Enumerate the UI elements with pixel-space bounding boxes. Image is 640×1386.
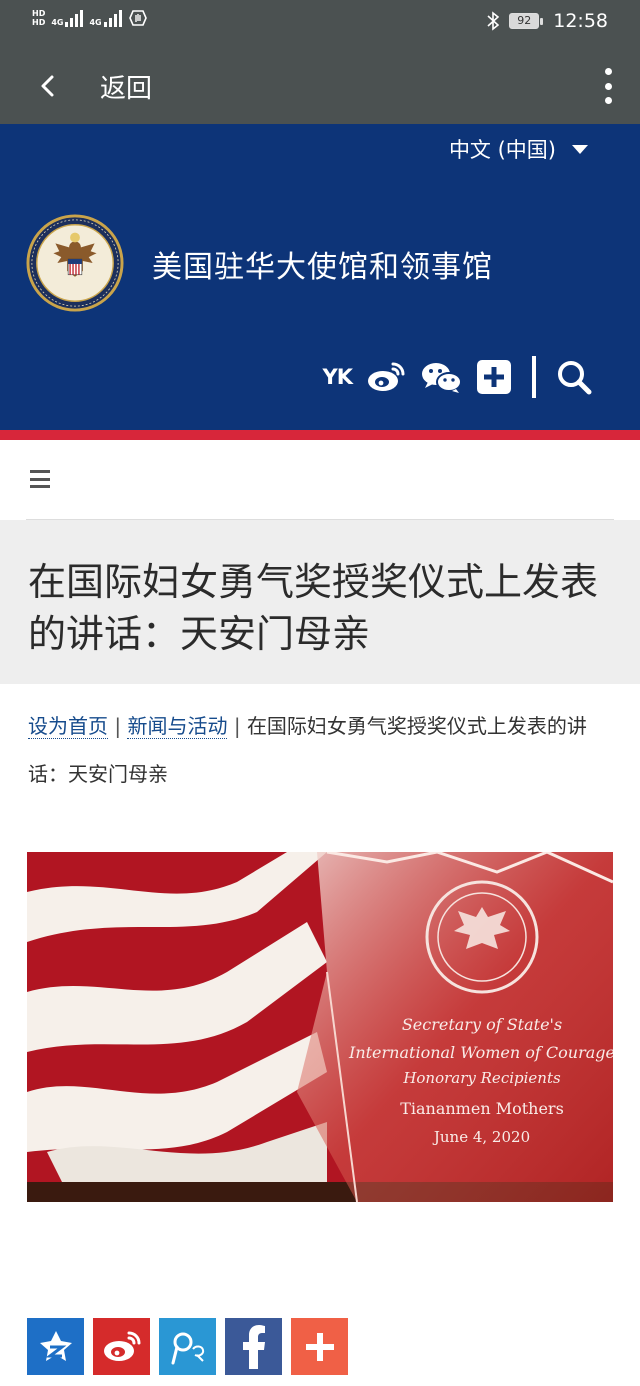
more-dot-icon bbox=[604, 97, 612, 104]
breadcrumb-separator: | bbox=[233, 714, 241, 738]
plaque-line: June 4, 2020 bbox=[432, 1128, 530, 1146]
clock: 12:58 bbox=[553, 10, 608, 32]
plaque-line: Secretary of State's bbox=[402, 1015, 562, 1034]
department-of-state-seal-logo[interactable] bbox=[26, 214, 124, 312]
tencent-weibo-icon bbox=[171, 1332, 204, 1364]
more-dot-icon bbox=[604, 82, 612, 90]
hand-icon bbox=[128, 10, 147, 26]
share-facebook-button[interactable] bbox=[225, 1318, 282, 1375]
back-button[interactable] bbox=[30, 68, 66, 104]
share-tencent-weibo-button[interactable] bbox=[159, 1318, 216, 1375]
language-label: 中文 (中国) bbox=[448, 138, 556, 162]
app-bar: 返回 bbox=[0, 46, 640, 124]
breadcrumb-current: 在国际妇女勇气奖授奖仪式上发表的讲话：天安门母亲 bbox=[28, 714, 587, 786]
hd-label: HD bbox=[32, 9, 46, 18]
header-red-stripe bbox=[0, 430, 640, 440]
status-bar: HD HD 4G 4G 92 12:58 bbox=[0, 0, 640, 46]
addthis-plus-icon bbox=[305, 1332, 334, 1361]
weibo-icon bbox=[103, 1331, 140, 1361]
battery-icon: 92 bbox=[509, 13, 544, 29]
article-hero-image: Secretary of State's International Women… bbox=[27, 852, 613, 1202]
status-right: 92 12:58 bbox=[487, 10, 608, 32]
bluetooth-icon bbox=[487, 11, 500, 31]
share-qzone-button[interactable] bbox=[27, 1318, 84, 1375]
site-header: 中文 (中国) 美国驻华大使馆和领事馆 YK bbox=[0, 124, 640, 430]
signal-2-icon: 4G bbox=[89, 9, 122, 27]
plaque-line: International Women of Courage bbox=[348, 1043, 613, 1062]
battery-level: 92 bbox=[509, 13, 540, 29]
breadcrumb-section-link[interactable]: 新闻与活动 bbox=[127, 714, 228, 739]
hd-indicator: HD HD bbox=[32, 9, 45, 27]
language-selector[interactable]: 中文 (中国) bbox=[449, 134, 588, 164]
menu-icon[interactable] bbox=[30, 470, 50, 488]
network-label: 4G bbox=[89, 18, 102, 27]
weibo-icon[interactable] bbox=[366, 360, 406, 394]
signal-1-icon: 4G bbox=[51, 9, 84, 27]
title-band: 在国际妇女勇气奖授奖仪式上发表的讲话：天安门母亲 bbox=[0, 520, 640, 684]
social-links: YK bbox=[323, 356, 592, 398]
network-label: 4G bbox=[51, 18, 64, 27]
nav-bar bbox=[26, 440, 614, 520]
more-dot-icon bbox=[604, 68, 612, 75]
breadcrumb-separator: | bbox=[114, 714, 122, 738]
youku-icon[interactable]: YK bbox=[323, 365, 354, 389]
page-title: 在国际妇女勇气奖授奖仪式上发表的讲话：天安门母亲 bbox=[28, 560, 599, 656]
share-more-button[interactable] bbox=[291, 1318, 348, 1375]
back-label[interactable]: 返回 bbox=[100, 68, 152, 105]
status-left: HD HD 4G 4G bbox=[32, 8, 148, 28]
share-buttons bbox=[27, 1318, 348, 1375]
breadcrumb-home-link[interactable]: 设为首页 bbox=[28, 714, 108, 739]
breadcrumb: 设为首页 | 新闻与活动 | 在国际妇女勇气奖授奖仪式上发表的讲话：天安门母亲 bbox=[28, 702, 618, 798]
wechat-icon[interactable] bbox=[420, 360, 462, 394]
addthis-plus-icon[interactable] bbox=[476, 359, 512, 395]
hd-label: HD bbox=[32, 18, 46, 27]
caret-down-icon bbox=[572, 144, 588, 154]
facebook-icon bbox=[242, 1324, 265, 1369]
flag-and-award-photo: Secretary of State's International Women… bbox=[27, 852, 613, 1202]
plaque-line: Honorary Recipients bbox=[402, 1069, 561, 1087]
site-title[interactable]: 美国驻华大使馆和领事馆 bbox=[152, 242, 493, 286]
more-options-button[interactable] bbox=[598, 66, 618, 106]
search-icon[interactable] bbox=[556, 359, 592, 395]
header-divider bbox=[532, 356, 536, 398]
chevron-left-icon bbox=[41, 75, 54, 97]
qzone-icon bbox=[39, 1330, 72, 1361]
plaque-line: Tiananmen Mothers bbox=[400, 1099, 564, 1118]
share-weibo-button[interactable] bbox=[93, 1318, 150, 1375]
